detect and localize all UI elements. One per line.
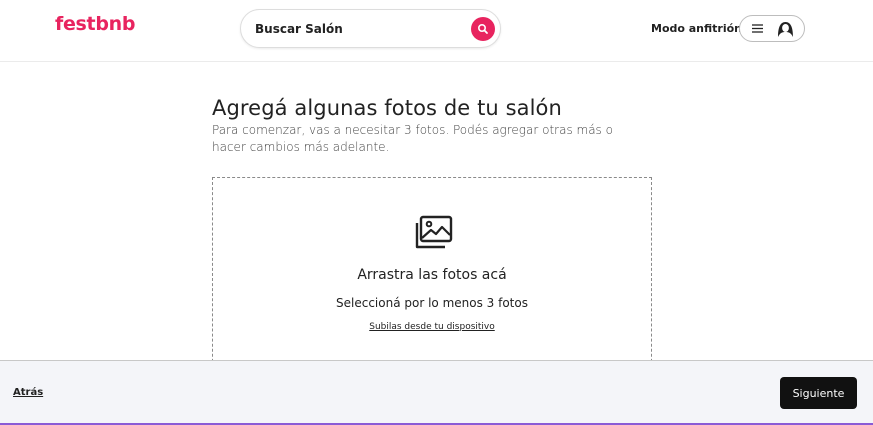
dropzone-subtitle: Seleccioná por lo menos 3 fotos (336, 296, 528, 310)
hamburger-icon (752, 24, 763, 33)
search-bar[interactable]: Buscar Salón (240, 9, 501, 48)
user-avatar-icon (775, 19, 796, 40)
page-title: Agregá algunas fotos de tu salón (212, 96, 562, 120)
page-subtitle: Para comenzar, vas a necesitar 3 fotos. … (212, 123, 613, 154)
photos-icon (415, 215, 453, 249)
back-link[interactable]: Atrás (13, 387, 43, 398)
festbnb-logo[interactable]: festbnb (55, 13, 135, 35)
photo-dropzone[interactable]: Arrastra las fotos acá Seleccioná por lo… (212, 177, 652, 377)
user-menu-button[interactable] (739, 15, 805, 42)
search-button[interactable] (471, 17, 495, 41)
top-header: festbnb Buscar Salón Modo anfitrión (0, 0, 873, 62)
host-mode-link[interactable]: Modo anfitrión (651, 22, 742, 35)
upload-from-device-link[interactable]: Subilas desde tu dispositivo (213, 322, 651, 332)
search-input[interactable]: Buscar Salón (255, 22, 343, 36)
dropzone-title: Arrastra las fotos acá (357, 267, 507, 283)
footer-bar: Atrás Siguiente (0, 360, 873, 425)
search-icon (477, 23, 488, 34)
next-button[interactable]: Siguiente (780, 377, 857, 409)
